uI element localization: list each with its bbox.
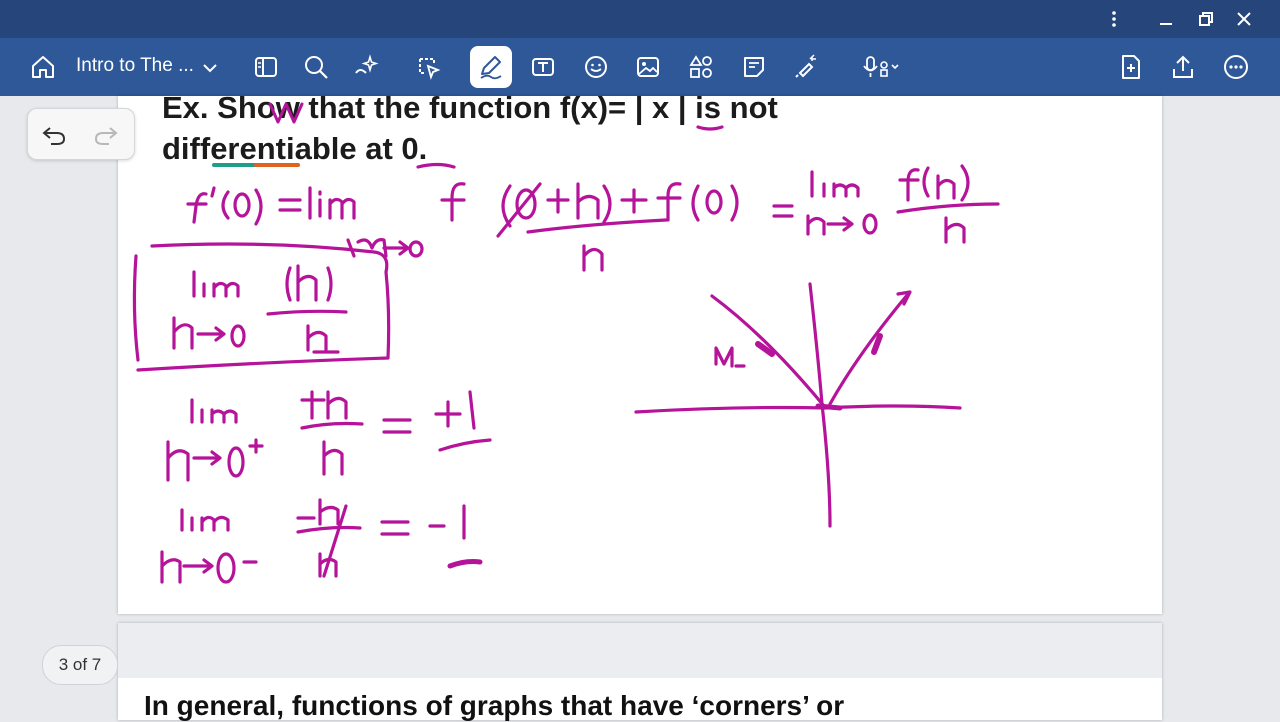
next-page-header-band — [118, 623, 1162, 678]
window-titlebar — [0, 0, 1280, 38]
undo-redo-panel — [27, 108, 135, 160]
more-icon[interactable] — [1215, 46, 1257, 88]
sidebar-icon[interactable] — [245, 46, 287, 88]
highlighter-icon[interactable] — [785, 46, 827, 88]
restore-icon[interactable] — [1188, 0, 1224, 38]
audio-record-icon[interactable] — [852, 46, 912, 88]
pen-icon[interactable] — [470, 46, 512, 88]
add-page-icon[interactable] — [1110, 46, 1152, 88]
note-icon[interactable] — [733, 46, 775, 88]
close-icon[interactable] — [1226, 0, 1262, 38]
undo-icon[interactable] — [40, 120, 68, 148]
ai-sparkle-icon[interactable] — [345, 46, 387, 88]
lasso-icon[interactable] — [407, 46, 449, 88]
document-title[interactable]: Intro to The ... — [76, 55, 194, 77]
share-icon[interactable] — [1162, 46, 1204, 88]
minimize-icon[interactable] — [1148, 0, 1184, 38]
text-box-icon[interactable] — [522, 46, 564, 88]
sticker-icon[interactable] — [575, 46, 617, 88]
page-counter[interactable]: 3 of 7 — [42, 645, 118, 685]
note-page[interactable]: Ex. Show that the function f(x)= | x | i… — [118, 90, 1162, 614]
home-icon[interactable] — [22, 46, 64, 88]
handwritten-ink-layer[interactable] — [118, 96, 1162, 614]
redo-icon[interactable] — [92, 120, 120, 148]
next-page-text: In general, functions of graphs that hav… — [144, 690, 845, 721]
shapes-icon[interactable] — [680, 46, 722, 88]
main-toolbar: Intro to The ... — [0, 38, 1280, 96]
next-page-preview[interactable]: In general, functions of graphs that hav… — [118, 623, 1162, 721]
image-icon[interactable] — [627, 46, 669, 88]
chevron-down-icon[interactable] — [198, 56, 222, 80]
search-icon[interactable] — [295, 46, 337, 88]
more-vertical-icon[interactable] — [1096, 0, 1132, 38]
